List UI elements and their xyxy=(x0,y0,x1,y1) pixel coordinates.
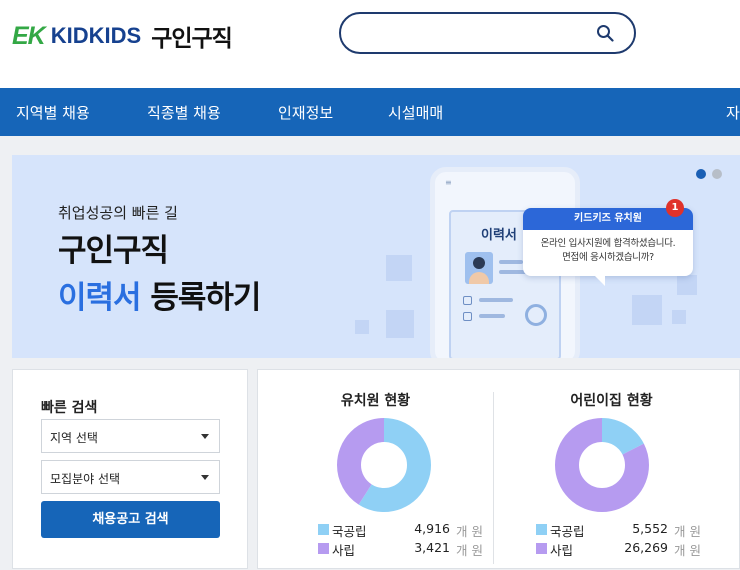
deco-square xyxy=(386,310,414,338)
resume-label: 이력서 xyxy=(481,228,517,243)
panel-title: 유치원 현황 xyxy=(340,393,411,409)
legend-value: 3,421 xyxy=(414,540,450,555)
legend-swatch xyxy=(536,524,547,535)
status-panel: 유치원 현황 국공립 4,916 개 원 사립 3,421 개 원 어린이집 현… xyxy=(257,369,740,569)
daycare-donut-chart xyxy=(555,418,649,512)
deco-square xyxy=(386,255,412,281)
logo-ek: EK xyxy=(12,21,46,50)
daycare-status: 어린이집 현황 국공립 5,552 개 원 사립 26,269 개 원 xyxy=(494,370,729,570)
legend-value: 5,552 xyxy=(632,521,668,536)
legend-unit: 개 원 xyxy=(674,543,701,558)
chevron-down-icon xyxy=(201,434,209,439)
legend-unit: 개 원 xyxy=(456,524,483,539)
logo-title: 구인구직 xyxy=(151,26,233,52)
site-logo[interactable]: EK KIDKIDS 구인구직 xyxy=(12,16,233,56)
nav-item-job-type[interactable]: 직종별 채용 xyxy=(147,102,221,123)
legend-value: 26,269 xyxy=(624,540,668,555)
logo-kidkids: KIDKIDS xyxy=(50,23,142,48)
avatar-icon xyxy=(465,252,493,284)
bubble-line-2: 면접에 응시하겠습니까? xyxy=(562,252,654,263)
deco-square xyxy=(672,310,686,324)
legend-public: 국공립 4,916 개 원 xyxy=(318,520,518,539)
legend-label: 국공립 xyxy=(332,524,367,539)
notification-badge: 1 xyxy=(666,199,684,217)
checkbox-icon xyxy=(463,312,472,321)
chevron-down-icon xyxy=(201,475,209,480)
main-nav: 지역별 채용 직종별 채용 인재정보 시설매매 자 xyxy=(0,88,740,136)
deco-line xyxy=(479,298,513,302)
nav-item-talent[interactable]: 인재정보 xyxy=(278,102,333,123)
legend-label: 사립 xyxy=(550,543,574,558)
site-header: EK KIDKIDS 구인구직 xyxy=(0,0,740,88)
kindergarten-donut-chart xyxy=(337,418,431,512)
panel-title: 어린이집 현황 xyxy=(570,393,653,409)
phone-status-icons: ≡ xyxy=(445,178,452,187)
region-select[interactable]: 지역 선택 xyxy=(41,419,220,453)
promo-banner[interactable]: 취업성공의 빠른 길 구인구직 이력서 등록하기 ≡ 이력서 키드키즈 유치원 … xyxy=(12,155,740,358)
banner-title-rest: 등록하기 xyxy=(140,280,261,316)
kindergarten-status: 유치원 현황 국공립 4,916 개 원 사립 3,421 개 원 xyxy=(258,370,493,570)
legend-public: 국공립 5,552 개 원 xyxy=(536,520,736,539)
banner-title: 구인구직 xyxy=(58,233,169,269)
job-search-button[interactable]: 채용공고 검색 xyxy=(41,501,220,538)
legend-unit: 개 원 xyxy=(674,524,701,539)
legend-label: 사립 xyxy=(332,543,356,558)
legend-private: 사립 26,269 개 원 xyxy=(536,539,736,558)
nav-item-region-jobs[interactable]: 지역별 채용 xyxy=(16,102,90,123)
legend-unit: 개 원 xyxy=(456,543,483,558)
deco-square xyxy=(677,275,697,295)
nav-item-more[interactable]: 자 xyxy=(726,102,740,123)
field-select[interactable]: 모집분야 선택 xyxy=(41,460,220,494)
notification-bubble: 키드키즈 유치원 온라인 입사지원에 합격하셨습니다. 면접에 응시하겠습니까?… xyxy=(523,199,693,286)
quick-search-title: 빠른 검색 xyxy=(41,400,98,416)
slide-indicator xyxy=(696,169,722,179)
deco-line xyxy=(479,314,505,318)
legend-private: 사립 3,421 개 원 xyxy=(318,539,518,558)
bubble-line-1: 온라인 입사지원에 합격하셨습니다. xyxy=(540,238,676,249)
slide-dot-2[interactable] xyxy=(712,169,722,179)
banner-title-2: 이력서 등록하기 xyxy=(58,272,261,317)
legend-swatch xyxy=(318,524,329,535)
medal-icon xyxy=(525,304,547,326)
bubble-tail xyxy=(595,276,605,286)
banner-title-highlight: 이력서 xyxy=(58,280,142,316)
deco-line xyxy=(499,260,523,264)
legend-value: 4,916 xyxy=(414,521,450,536)
legend-swatch xyxy=(536,543,547,554)
checkbox-icon xyxy=(463,296,472,305)
nav-item-facility-trade[interactable]: 시설매매 xyxy=(388,102,443,123)
search-input[interactable] xyxy=(339,12,636,54)
region-select-value: 지역 선택 xyxy=(50,431,98,445)
legend-swatch xyxy=(318,543,329,554)
quick-search-panel: 빠른 검색 지역 선택 모집분야 선택 채용공고 검색 xyxy=(12,369,248,569)
slide-dot-1[interactable] xyxy=(696,169,706,179)
legend-label: 국공립 xyxy=(550,524,585,539)
field-select-value: 모집분야 선택 xyxy=(50,472,121,486)
search-icon[interactable] xyxy=(596,24,614,42)
banner-subtitle: 취업성공의 빠른 길 xyxy=(58,204,178,222)
bubble-message: 온라인 입사지원에 합격하셨습니다. 면접에 응시하겠습니까? xyxy=(523,230,693,265)
deco-square xyxy=(355,320,369,334)
deco-square xyxy=(632,295,662,325)
